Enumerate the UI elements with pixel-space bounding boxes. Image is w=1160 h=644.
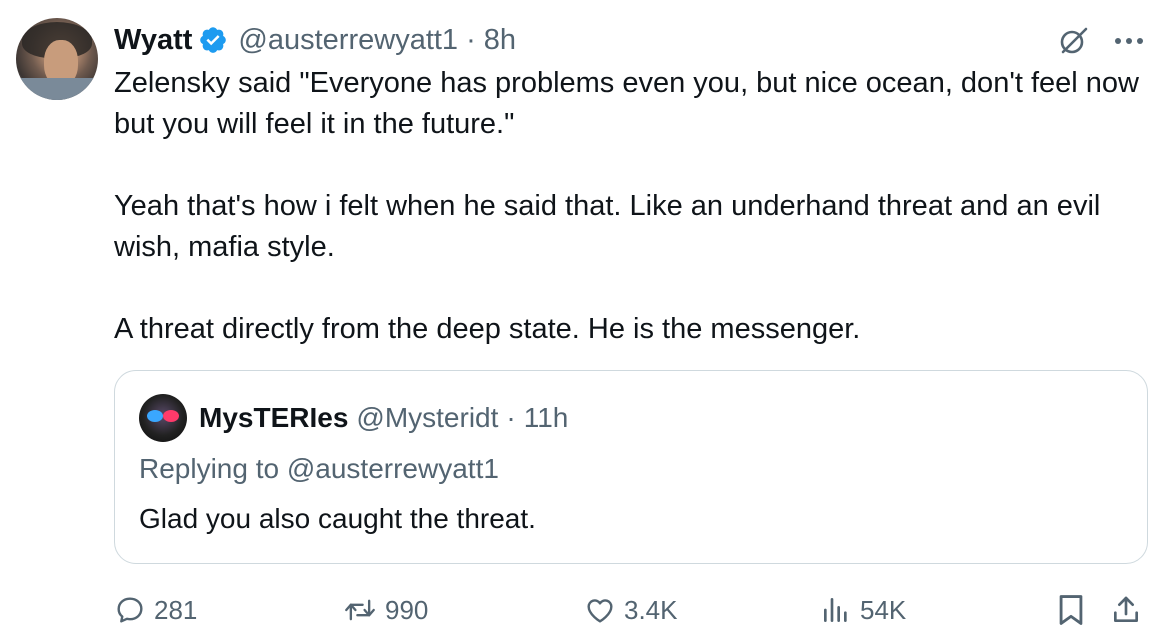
tweet-paragraph: Zelensky said "Everyone has problems eve…: [114, 67, 1139, 140]
like-button[interactable]: 3.4K: [584, 590, 678, 630]
quoted-tweet[interactable]: MysTERIes @Mysteridt · 11h Replying to @…: [114, 370, 1148, 564]
reply-icon: [117, 597, 143, 623]
views-count: 54K: [860, 594, 907, 625]
retweet-count: 990: [385, 594, 429, 625]
verified-badge-icon[interactable]: [198, 25, 228, 55]
heart-icon: [587, 599, 613, 623]
bookmark-icon: [1059, 595, 1083, 625]
reply-button[interactable]: 281: [114, 590, 197, 630]
like-count: 3.4K: [624, 594, 678, 625]
replying-to-label: Replying to @austerrewyatt1: [139, 453, 499, 484]
retweet-icon: [345, 599, 375, 621]
tweet-time[interactable]: 8h: [484, 24, 516, 57]
reply-count: 281: [154, 594, 198, 625]
retweet-button[interactable]: 990: [343, 590, 428, 630]
quoted-tweet-text: Glad you also caught the threat.: [139, 503, 536, 534]
action-bar: 281 990 3.4K 54K: [114, 590, 1148, 630]
author-avatar[interactable]: [16, 18, 98, 100]
share-button[interactable]: [1110, 590, 1150, 630]
tweet-top-actions: [1056, 24, 1144, 58]
author-name[interactable]: Wyatt: [114, 24, 192, 57]
more-icon[interactable]: [1114, 36, 1144, 46]
quoted-tweet-time[interactable]: 11h: [524, 402, 569, 434]
author-handle[interactable]: @austerrewyatt1: [238, 24, 458, 57]
grok-icon[interactable]: [1056, 24, 1090, 58]
separator-dot: ·: [506, 402, 516, 433]
quoted-author-avatar[interactable]: [139, 394, 187, 442]
quoted-author-name[interactable]: MysTERIes: [199, 402, 348, 434]
separator-dot: ·: [466, 23, 476, 56]
bookmark-button[interactable]: [1056, 590, 1094, 630]
tweet-paragraph: Yeah that's how i felt when he said that…: [114, 190, 1101, 263]
tweet-paragraph: A threat directly from the deep state. H…: [114, 313, 861, 345]
tweet-header: Wyatt @austerrewyatt1 · 8h: [114, 22, 516, 58]
views-icon: [824, 598, 847, 622]
quoted-tweet-header: MysTERIes @Mysteridt · 11h: [139, 394, 569, 442]
tweet-body: Zelensky said "Everyone has problems eve…: [114, 63, 1144, 350]
share-icon: [1114, 596, 1138, 622]
views-button[interactable]: 54K: [820, 590, 906, 630]
quoted-author-handle[interactable]: @Mysteridt: [356, 402, 498, 434]
